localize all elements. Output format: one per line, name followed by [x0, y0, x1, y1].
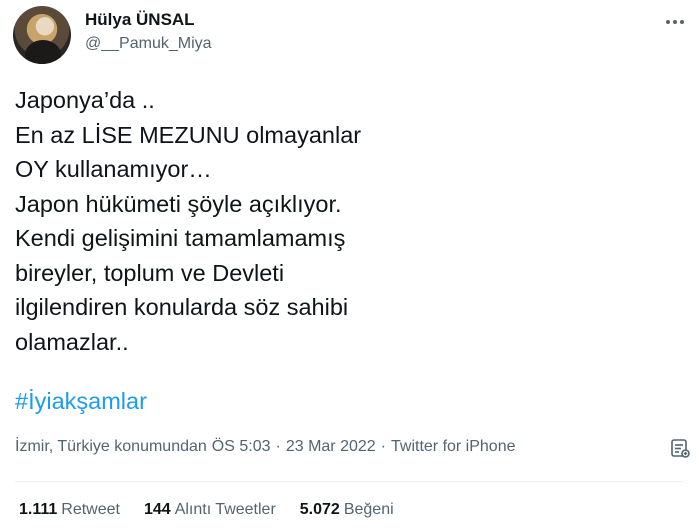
tweet-text-line: Japon hükümeti şöyle açıklıyor. — [15, 190, 342, 217]
tweet-text-line: olamazlar.. — [15, 328, 129, 355]
tweet-text-line: bireyler, toplum ve Devleti — [15, 259, 285, 286]
tweet-text-line: Japonya’da .. — [15, 87, 155, 113]
avatar[interactable] — [13, 6, 71, 64]
more-options-button[interactable] — [662, 12, 688, 32]
more-horizontal-icon — [673, 20, 677, 24]
tweet-text-line: En az LİSE MEZUNU olmayanlar — [15, 121, 362, 148]
retweets-count: 1.111 — [19, 501, 58, 518]
tweet-text-line: ilgilendiren konularda söz sahibi — [15, 294, 349, 320]
more-horizontal-icon — [666, 20, 670, 24]
author-handle[interactable]: @__Pamuk_Miya — [85, 35, 212, 53]
likes-count: 5.072 — [299, 501, 340, 518]
analytics-icon[interactable] — [669, 437, 691, 459]
quotes-label: Alıntı Tweetler — [174, 501, 276, 518]
tweet-source-link[interactable]: Twitter for iPhone — [391, 438, 516, 456]
divider — [15, 481, 684, 482]
meta-separator: · — [380, 438, 386, 455]
tweet-time-link[interactable]: ÖS 5:03 — [212, 438, 271, 456]
tweet-text-line: Kendi gelişimini tamamlamamış — [15, 225, 346, 251]
location-text: İzmir, Türkiye konumundan — [15, 438, 207, 455]
likes-label: Beğeni — [343, 501, 394, 518]
tweet-card: Hülya ÜNSAL @__Pamuk_Miya Japonya’da .. … — [0, 0, 699, 531]
tweet-meta: İzmir, Türkiye konumundan ÖS 5:03 · 23 M… — [15, 438, 516, 456]
quotes-stat[interactable]: 144 Alıntı Tweetler — [144, 501, 276, 519]
retweets-stat[interactable]: 1.111 Retweet — [19, 501, 120, 519]
tweet-text-line: OY kullanamıyor… — [15, 156, 212, 182]
quotes-count: 144 — [143, 501, 171, 518]
author-display-name[interactable]: Hülya ÜNSAL — [85, 10, 195, 30]
hashtag-link[interactable]: #İyiakşamlar — [15, 384, 147, 418]
tweet-date-link[interactable]: 23 Mar 2022 — [286, 438, 376, 456]
retweets-label: Retweet — [61, 501, 120, 518]
tweet-stats: 1.111 Retweet 144 Alıntı Tweetler 5.072 Beğ… — [19, 501, 394, 519]
likes-stat[interactable]: 5.072 Beğeni — [300, 501, 394, 519]
more-horizontal-icon — [680, 20, 684, 24]
tweet-text: Japonya’da .. En az LİSE MEZUNU olmayanl… — [15, 83, 675, 359]
meta-separator: · — [275, 438, 281, 455]
